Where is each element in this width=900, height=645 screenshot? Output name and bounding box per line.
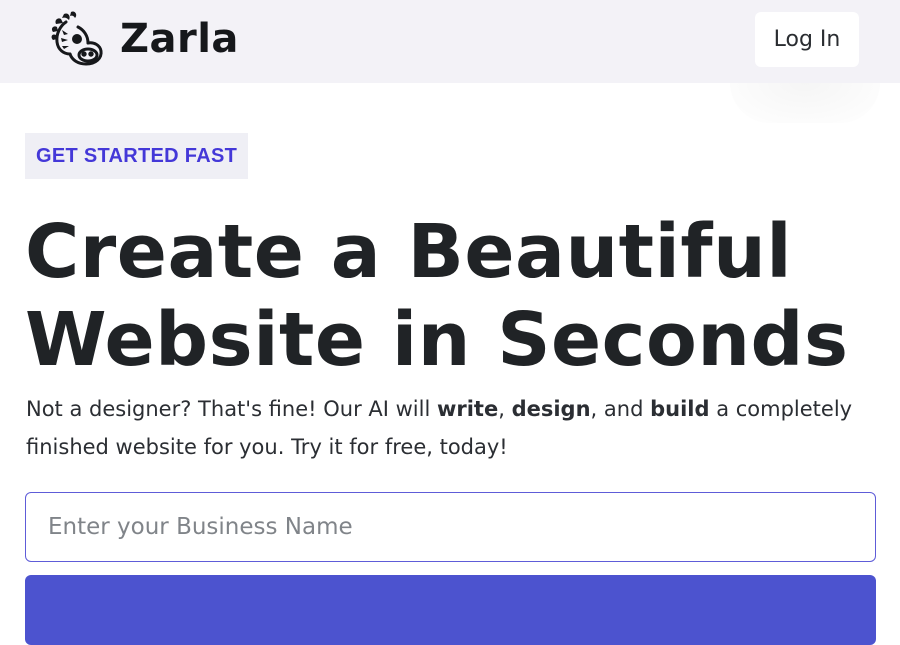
subtext-bold-write: write <box>436 397 499 421</box>
subtext-part: , <box>498 397 512 421</box>
zebra-head-icon <box>51 11 103 66</box>
site-header: Zarla Log In <box>0 0 900 83</box>
decorative-shadow <box>730 83 880 123</box>
brand-logo[interactable]: Zarla <box>44 8 239 70</box>
submit-button[interactable] <box>25 575 876 645</box>
subtext-part: Not a designer? That's fine! Our AI will <box>26 397 437 421</box>
eyebrow-badge: GET STARTED FAST <box>25 133 249 179</box>
hero-headline: Create a Beautiful Website in Seconds <box>25 208 885 384</box>
subtext-part: , and <box>590 397 651 421</box>
headline-line-1: Create a Beautiful <box>25 209 793 295</box>
headline-line-2: Website in Seconds <box>25 297 849 383</box>
subtext-bold-build: build <box>650 397 710 421</box>
brand-name: Zarla <box>120 16 239 62</box>
hero-subtext: Not a designer? That's fine! Our AI will… <box>26 390 886 466</box>
business-name-input[interactable] <box>25 492 876 562</box>
login-button[interactable]: Log In <box>755 12 859 67</box>
subtext-bold-design: design <box>511 397 591 421</box>
